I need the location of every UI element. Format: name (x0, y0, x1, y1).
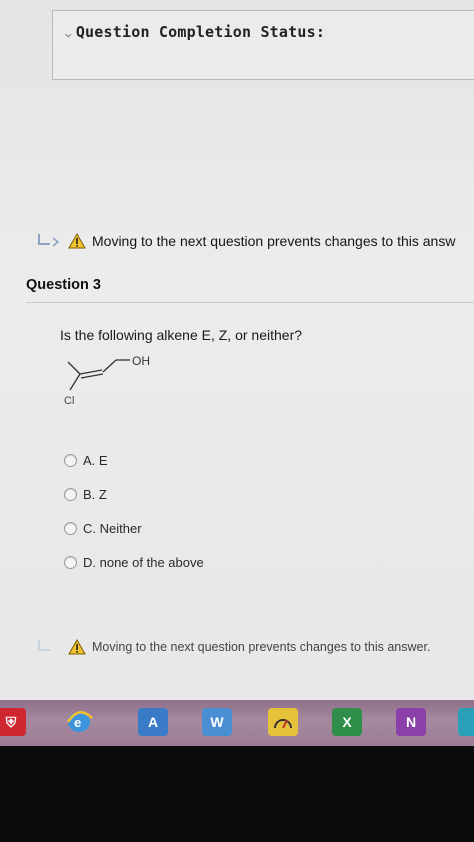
radio-button[interactable] (64, 487, 77, 501)
option-label[interactable]: D. none of the above (83, 555, 204, 570)
onenote-icon[interactable]: N (396, 708, 426, 736)
option-label[interactable]: A. E (83, 453, 108, 468)
status-title[interactable]: ⌵ Question Completion Status: (65, 23, 325, 41)
double-bond (80, 373, 104, 379)
arrow-right-icon (38, 234, 60, 247)
double-bond (79, 369, 103, 375)
warning-text: Moving to the next question prevents cha… (92, 640, 431, 654)
access-icon[interactable]: A (138, 708, 168, 736)
svg-text:e: e (74, 715, 81, 730)
warning-icon (68, 639, 86, 655)
oh-label: OH (132, 354, 150, 368)
option-c[interactable]: C. Neither (64, 511, 204, 545)
radio-button[interactable] (64, 555, 77, 569)
radio-button[interactable] (64, 453, 77, 467)
chevron-down-icon: ⌵ (65, 27, 72, 40)
option-label[interactable]: B. Z (83, 487, 107, 502)
option-label[interactable]: C. Neither (83, 521, 142, 536)
ie-icon[interactable]: e (64, 708, 94, 736)
gauge-icon[interactable] (268, 708, 298, 736)
radio-button[interactable] (64, 521, 77, 535)
option-a[interactable]: A. E (64, 443, 204, 477)
warning-icon (68, 233, 86, 249)
question-title: Question 3 (26, 277, 101, 293)
navigation-warning-top: Moving to the next question prevents cha… (36, 232, 455, 250)
status-title-label: Question Completion Status: (75, 23, 326, 41)
app-icon[interactable] (458, 708, 474, 736)
option-d[interactable]: D. none of the above (64, 545, 204, 579)
bond-line (102, 359, 117, 373)
bond-line (69, 373, 81, 391)
question-header: Question 3 (26, 276, 474, 303)
alkene-structure-diagram: OH Cl (64, 354, 150, 407)
answer-options: A. E B. Z C. Neither D. none of the abov… (64, 443, 204, 579)
question-completion-status[interactable]: ⌵ Question Completion Status: (52, 10, 474, 80)
browser-page: ⌵ Question Completion Status: Moving to t… (0, 0, 474, 700)
navigation-warning-bottom: Moving to the next question prevents cha… (36, 638, 430, 656)
excel-icon[interactable]: X (332, 708, 362, 736)
option-b[interactable]: B. Z (64, 477, 204, 511)
bond-line (67, 361, 81, 375)
arrow-right-icon (38, 640, 50, 651)
warning-text: Moving to the next question prevents cha… (92, 233, 456, 249)
word-icon[interactable]: W (202, 708, 232, 736)
monitor-bezel (0, 746, 474, 842)
question-prompt: Is the following alkene E, Z, or neither… (60, 327, 303, 343)
cl-label: Cl (64, 395, 74, 407)
shield-icon[interactable]: ⛨ (0, 708, 26, 736)
windows-taskbar: ⛨ e A W X N (0, 700, 474, 746)
